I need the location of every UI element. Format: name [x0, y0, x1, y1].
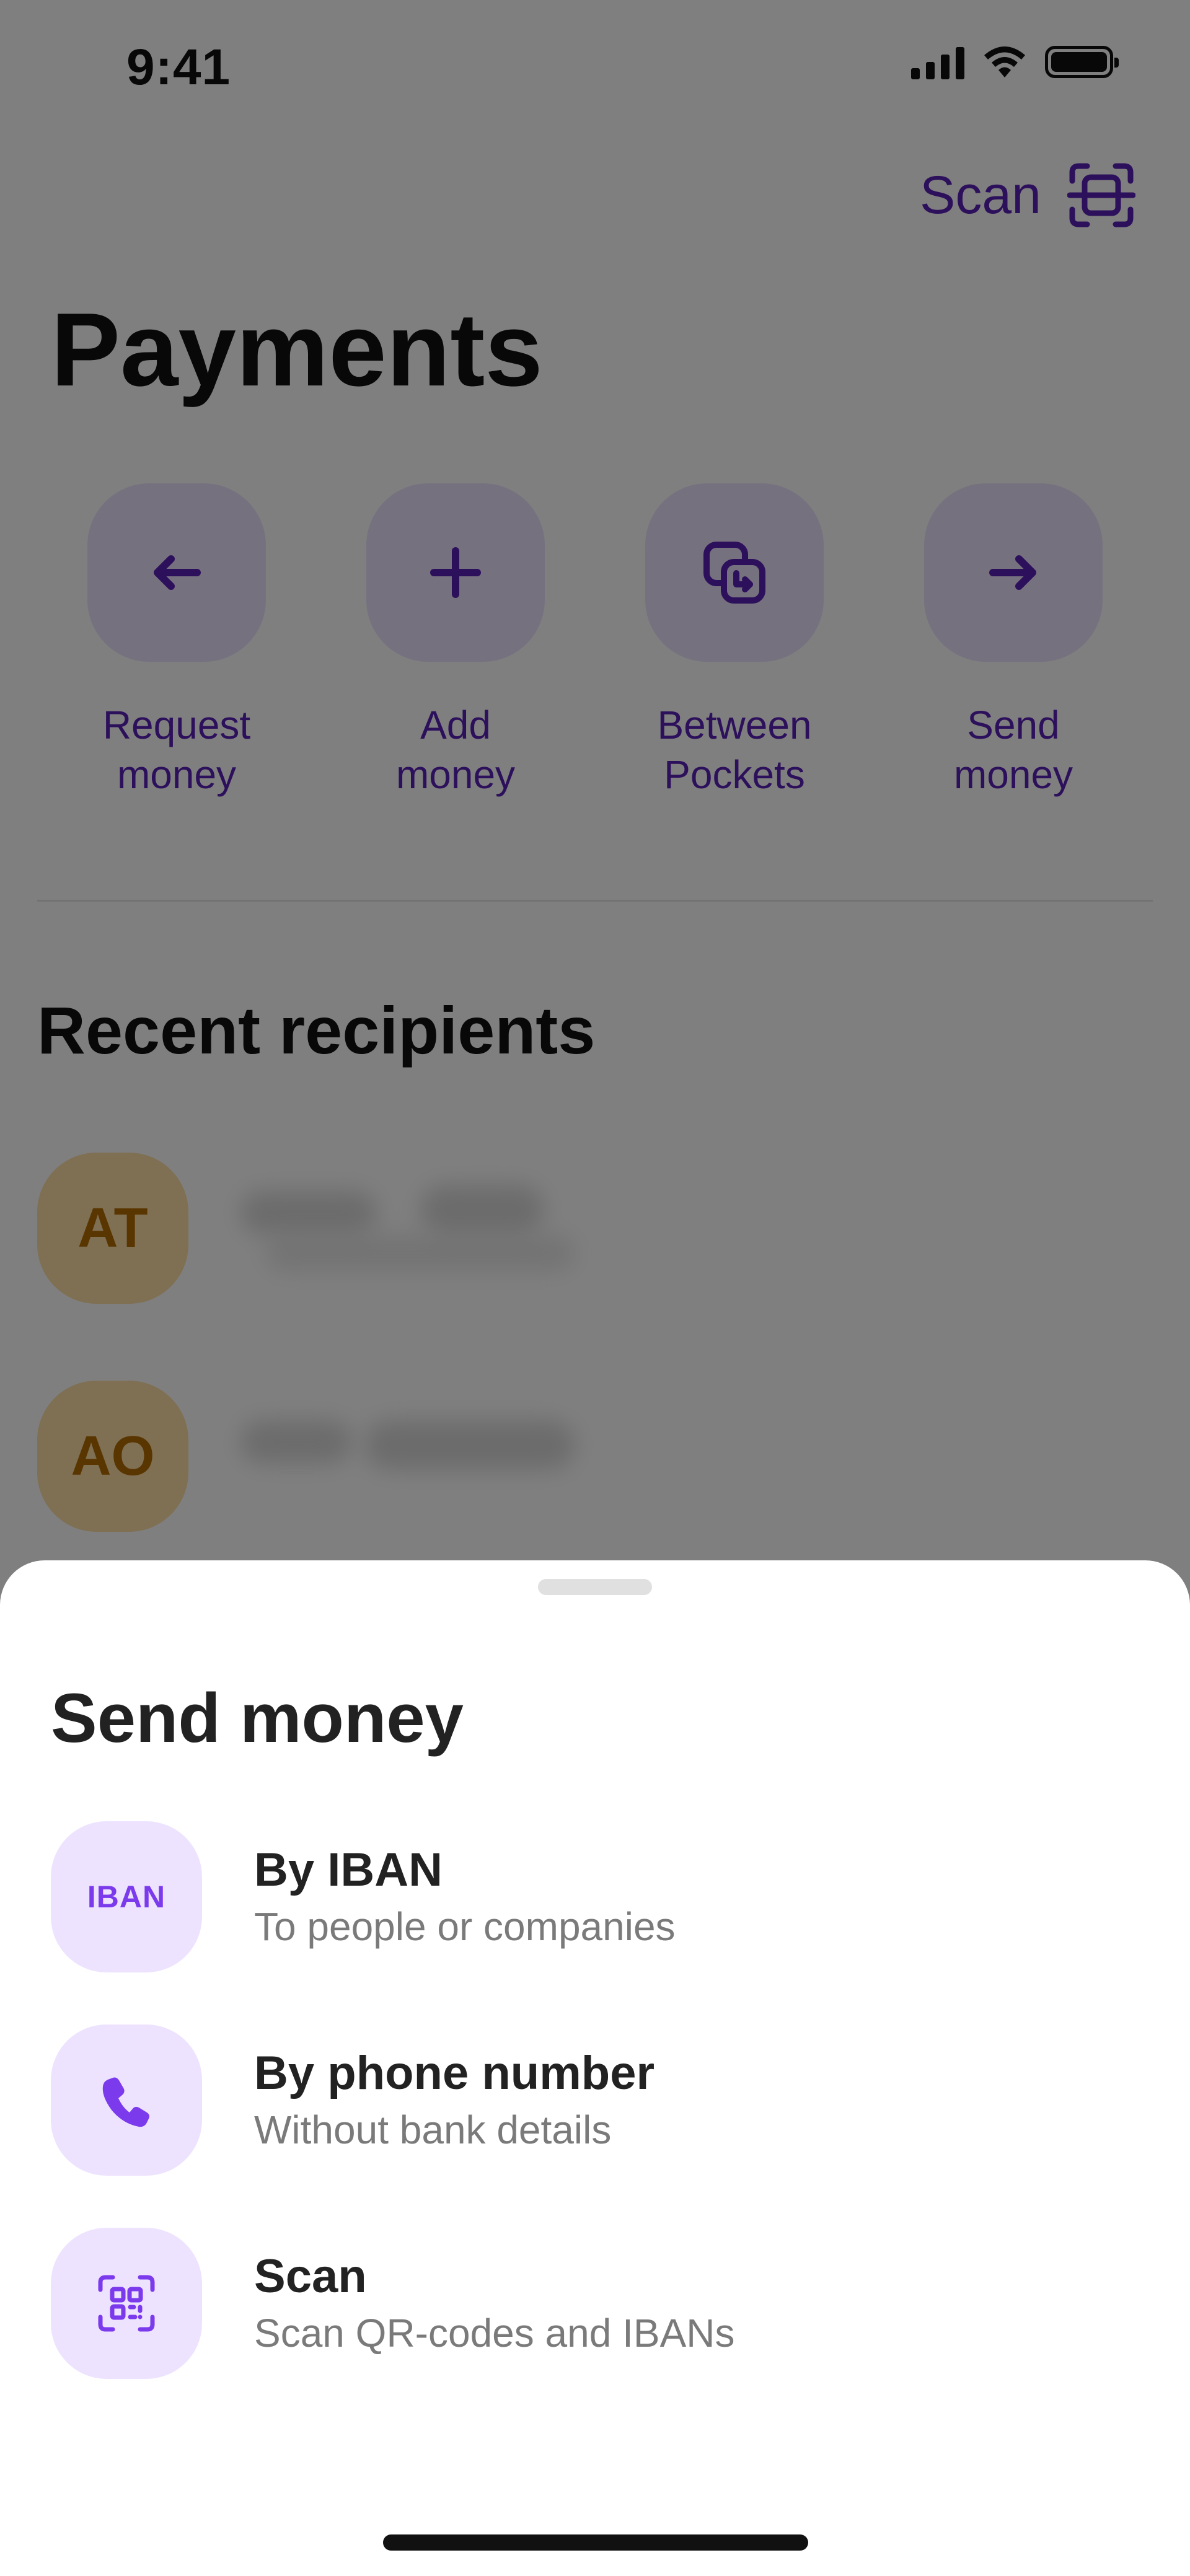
- sheet-title: Send money: [51, 1679, 464, 1757]
- option-title: Scan: [254, 2250, 367, 2303]
- home-indicator[interactable]: [383, 2534, 808, 2551]
- option-text: By phone number Without bank details: [254, 2044, 654, 2156]
- iban-icon-text: IBAN: [87, 1879, 166, 1914]
- iban-icon: IBAN: [51, 1821, 202, 1972]
- option-subtitle: Scan QR-codes and IBANs: [254, 2311, 735, 2355]
- option-subtitle: To people or companies: [254, 1904, 676, 1949]
- send-money-sheet: Send money IBAN By IBAN To people or com…: [0, 1560, 1190, 2576]
- option-text: Scan Scan QR-codes and IBANs: [254, 2247, 734, 2360]
- send-by-iban-option[interactable]: IBAN By IBAN To people or companies: [51, 1821, 1142, 1973]
- phone-icon: [102, 2077, 149, 2127]
- qr-scan-icon: [98, 2275, 155, 2332]
- option-text: By IBAN To people or companies: [254, 1840, 676, 1953]
- option-subtitle: Without bank details: [254, 2108, 612, 2152]
- qr-scan-icon-badge: [51, 2228, 202, 2379]
- send-by-phone-option[interactable]: By phone number Without bank details: [51, 2024, 1142, 2176]
- option-title: By IBAN: [254, 1844, 443, 1896]
- phone-icon-badge: [51, 2024, 202, 2176]
- scan-option[interactable]: Scan Scan QR-codes and IBANs: [51, 2227, 1142, 2380]
- option-title: By phone number: [254, 2047, 655, 2099]
- sheet-drag-handle[interactable]: [538, 1579, 652, 1595]
- payments-screen: 9:41 Scan Payments: [0, 0, 1190, 2576]
